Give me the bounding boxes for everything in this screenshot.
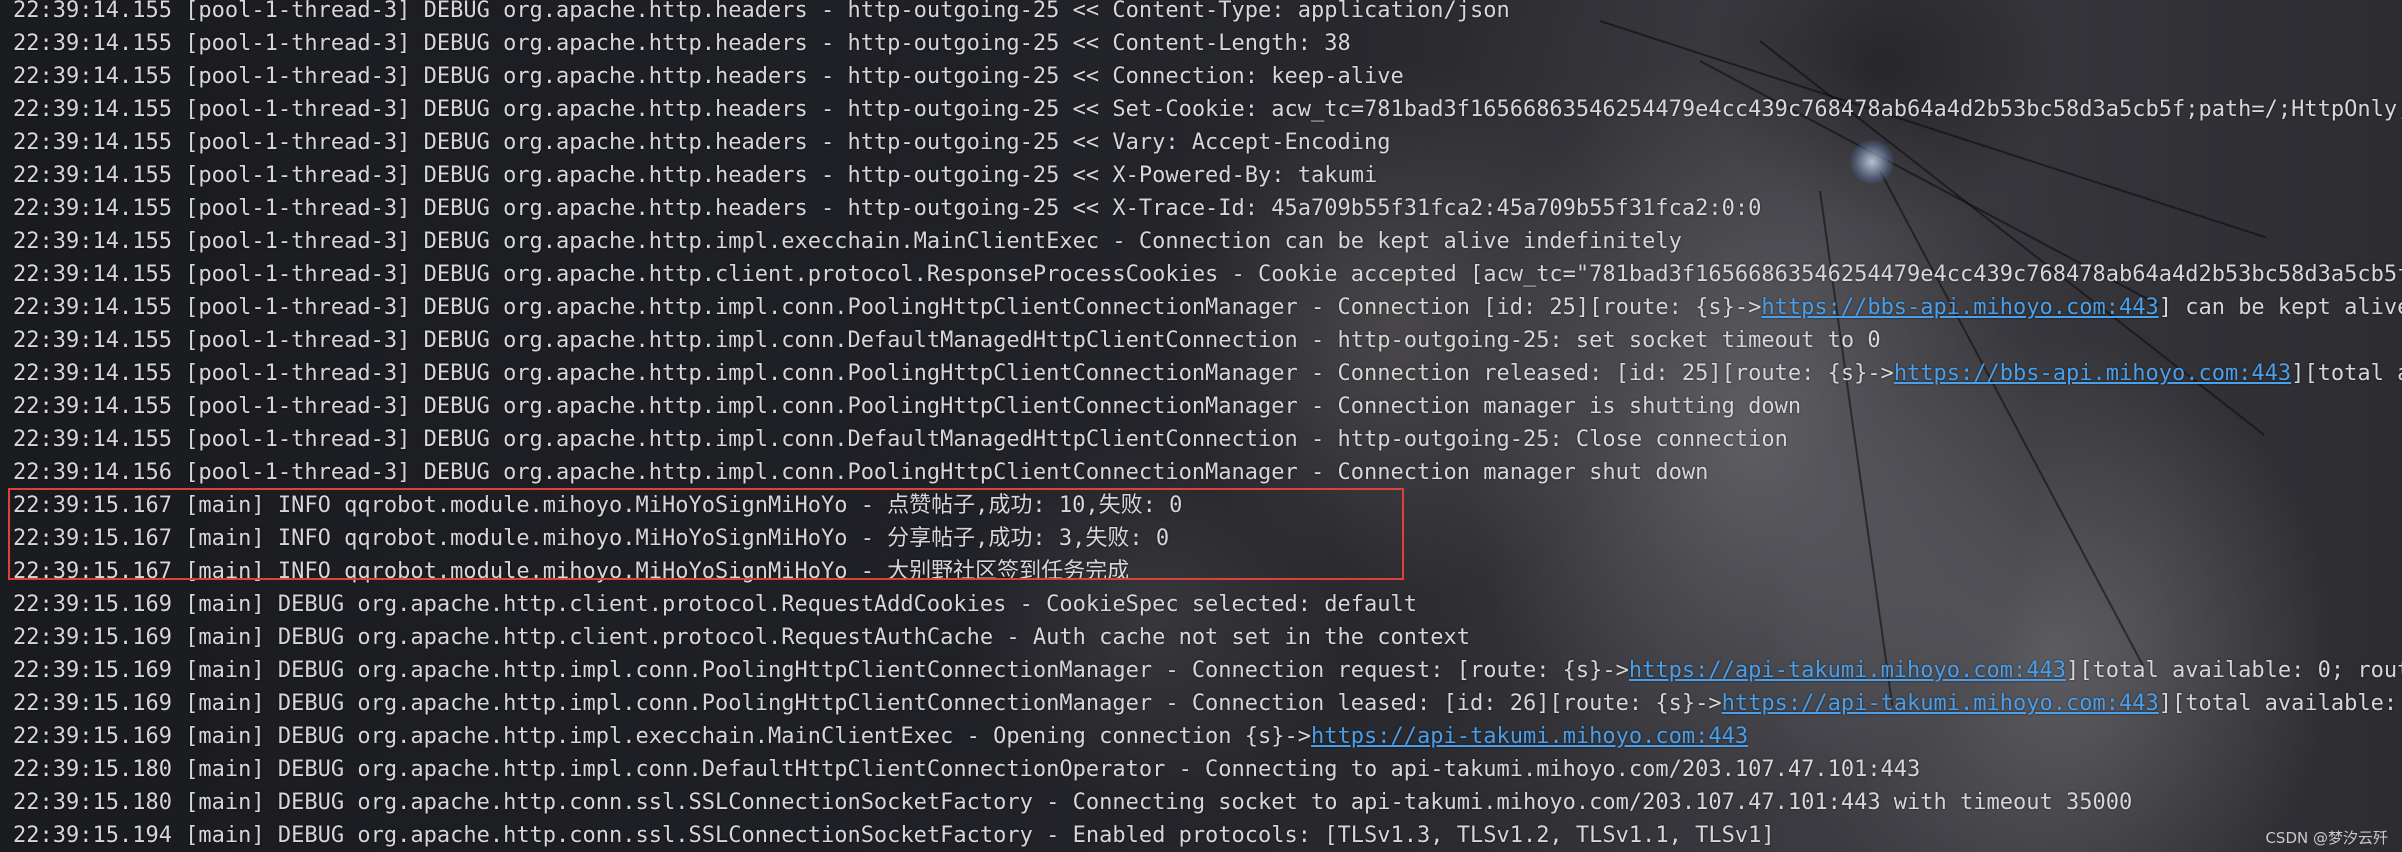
log-line: 22:39:14.156 [pool-1-thread-3] DEBUG org… bbox=[13, 456, 2402, 489]
log-text: 22:39:14.155 [pool-1-thread-3] DEBUG org… bbox=[13, 0, 1510, 23]
log-line: 22:39:14.155 [pool-1-thread-3] DEBUG org… bbox=[13, 291, 2402, 324]
log-text: 22:39:14.155 [pool-1-thread-3] DEBUG org… bbox=[13, 295, 1762, 320]
log-text: 22:39:14.155 [pool-1-thread-3] DEBUG org… bbox=[13, 394, 1802, 419]
log-text: 22:39:14.155 [pool-1-thread-3] DEBUG org… bbox=[13, 427, 1788, 452]
log-text: 22:39:14.155 [pool-1-thread-3] DEBUG org… bbox=[13, 328, 1881, 353]
log-link[interactable]: https://api-takumi.mihoyo.com:443 bbox=[1629, 658, 2066, 683]
log-text: 22:39:15.180 [main] DEBUG org.apache.htt… bbox=[13, 790, 2133, 815]
log-line: 22:39:14.155 [pool-1-thread-3] DEBUG org… bbox=[13, 225, 2402, 258]
log-line: 22:39:15.169 [main] DEBUG org.apache.htt… bbox=[13, 687, 2402, 720]
log-text: 22:39:15.169 [main] DEBUG org.apache.htt… bbox=[13, 724, 1312, 749]
watermark: CSDN @梦汐云歼 bbox=[2265, 829, 2388, 847]
log-output[interactable]: 22:39:14.155 [pool-1-thread-3] DEBUG org… bbox=[13, 0, 2402, 852]
log-text: 22:39:15.180 [main] DEBUG org.apache.htt… bbox=[13, 757, 1921, 782]
terminal-window[interactable]: 22:39:14.155 [pool-1-thread-3] DEBUG org… bbox=[0, 0, 2402, 852]
log-line: 22:39:14.155 [pool-1-thread-3] DEBUG org… bbox=[13, 126, 2402, 159]
log-text: 22:39:14.155 [pool-1-thread-3] DEBUG org… bbox=[13, 262, 2402, 287]
log-line: 22:39:14.155 [pool-1-thread-3] DEBUG org… bbox=[13, 159, 2402, 192]
log-line: 22:39:15.194 [main] DEBUG org.apache.htt… bbox=[13, 819, 2402, 852]
log-text: 22:39:14.155 [pool-1-thread-3] DEBUG org… bbox=[13, 163, 1378, 188]
log-line: 22:39:15.169 [main] DEBUG org.apache.htt… bbox=[13, 654, 2402, 687]
log-link[interactable]: https://bbs-api.mihoyo.com:443 bbox=[1894, 361, 2291, 386]
log-line: 22:39:14.155 [pool-1-thread-3] DEBUG org… bbox=[13, 324, 2402, 357]
log-text: 22:39:15.169 [main] DEBUG org.apache.htt… bbox=[13, 658, 1629, 683]
log-text: 22:39:14.155 [pool-1-thread-3] DEBUG org… bbox=[13, 97, 2402, 122]
highlight-box bbox=[8, 488, 1404, 580]
log-line: 22:39:14.155 [pool-1-thread-3] DEBUG org… bbox=[13, 357, 2402, 390]
log-text: 22:39:15.169 [main] DEBUG org.apache.htt… bbox=[13, 625, 1470, 650]
log-text: 22:39:14.155 [pool-1-thread-3] DEBUG org… bbox=[13, 130, 1391, 155]
log-line: 22:39:14.155 [pool-1-thread-3] DEBUG org… bbox=[13, 93, 2402, 126]
log-text: 22:39:14.156 [pool-1-thread-3] DEBUG org… bbox=[13, 460, 1709, 485]
log-text: 22:39:14.155 [pool-1-thread-3] DEBUG org… bbox=[13, 64, 1404, 89]
log-line: 22:39:14.155 [pool-1-thread-3] DEBUG org… bbox=[13, 27, 2402, 60]
log-text: 22:39:14.155 [pool-1-thread-3] DEBUG org… bbox=[13, 196, 1762, 221]
log-line: 22:39:15.169 [main] DEBUG org.apache.htt… bbox=[13, 720, 2402, 753]
log-line: 22:39:15.180 [main] DEBUG org.apache.htt… bbox=[13, 786, 2402, 819]
log-line: 22:39:14.155 [pool-1-thread-3] DEBUG org… bbox=[13, 423, 2402, 456]
log-line: 22:39:14.155 [pool-1-thread-3] DEBUG org… bbox=[13, 192, 2402, 225]
log-text: 22:39:15.169 [main] DEBUG org.apache.htt… bbox=[13, 592, 1417, 617]
log-link[interactable]: https://api-takumi.mihoyo.com:443 bbox=[1722, 691, 2159, 716]
log-text: ][total avai bbox=[2291, 361, 2402, 386]
log-text: 22:39:15.194 [main] DEBUG org.apache.htt… bbox=[13, 823, 1775, 848]
log-text: 22:39:14.155 [pool-1-thread-3] DEBUG org… bbox=[13, 361, 1894, 386]
log-line: 22:39:15.169 [main] DEBUG org.apache.htt… bbox=[13, 588, 2402, 621]
log-line: 22:39:15.180 [main] DEBUG org.apache.htt… bbox=[13, 753, 2402, 786]
log-text: 22:39:15.169 [main] DEBUG org.apache.htt… bbox=[13, 691, 1722, 716]
log-link[interactable]: https://bbs-api.mihoyo.com:443 bbox=[1761, 295, 2158, 320]
log-line: 22:39:14.155 [pool-1-thread-3] DEBUG org… bbox=[13, 0, 2402, 27]
log-text: ][total available: 0; route a bbox=[2066, 658, 2402, 683]
log-line: 22:39:14.155 [pool-1-thread-3] DEBUG org… bbox=[13, 60, 2402, 93]
log-text: 22:39:14.155 [pool-1-thread-3] DEBUG org… bbox=[13, 31, 1351, 56]
log-text: ][total available: 0; bbox=[2158, 691, 2398, 716]
log-text: ] can be kept alive in bbox=[2158, 295, 2402, 320]
log-line: 22:39:14.155 [pool-1-thread-3] DEBUG org… bbox=[13, 258, 2402, 291]
log-text: 22:39:14.155 [pool-1-thread-3] DEBUG org… bbox=[13, 229, 1682, 254]
log-link[interactable]: https://api-takumi.mihoyo.com:443 bbox=[1311, 724, 1748, 749]
log-line: 22:39:15.169 [main] DEBUG org.apache.htt… bbox=[13, 621, 2402, 654]
log-line: 22:39:14.155 [pool-1-thread-3] DEBUG org… bbox=[13, 390, 2402, 423]
